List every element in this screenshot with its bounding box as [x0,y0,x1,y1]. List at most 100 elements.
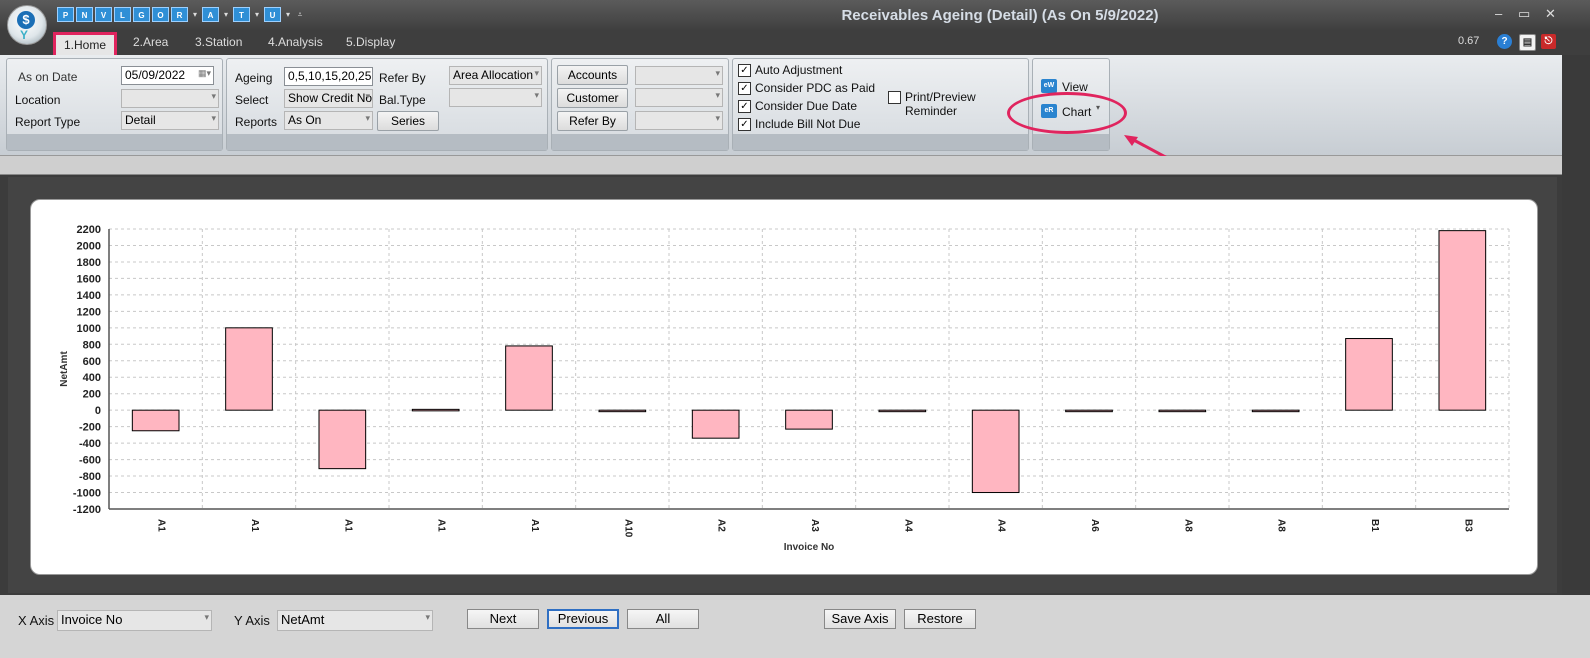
y-tick-label: -200 [79,422,101,434]
quick-r-button[interactable]: R [171,7,188,22]
window-title: Receivables Ageing (Detail) (As On 5/9/2… [841,7,1159,24]
chart-bar [878,409,927,413]
print-preview-reminder-checkbox[interactable] [888,91,901,104]
restore-button[interactable]: Restore [904,609,976,629]
x-tick-label: A1 [529,519,540,532]
refer-by-button[interactable]: Refer By [557,111,628,131]
bal-type-label: Bal.Type [379,93,426,107]
bal-type-select[interactable]: ▾ [449,88,542,107]
refer-by-select[interactable]: Area Allocation ▾ [449,66,542,85]
exit-icon[interactable]: ⎋ [1541,34,1556,49]
chart-bar [1345,338,1393,411]
x-tick-label: B1 [1369,519,1380,532]
maximize-button[interactable]: ▭ [1518,6,1530,22]
x-tick-label: A10 [622,519,633,538]
y-tick-label: -600 [79,455,101,467]
chevron-down-icon[interactable]: ▾ [252,10,262,19]
refer-by-value: Area Allocation [453,68,534,82]
chevron-down-icon[interactable]: ▾ [283,10,293,19]
chevron-down-icon[interactable]: ▾ [190,10,200,19]
y-tick-label: -400 [79,438,101,450]
x-tick-label: A1 [342,519,353,532]
customize-toolbar-icon[interactable]: ⩡ [295,10,305,20]
y-tick-label: 200 [83,389,101,401]
as-on-date-field[interactable]: 05/09/2022 ▦▾ [121,66,214,85]
chart-bar [505,345,553,411]
group-filters: Accounts ▾ Customer ▾ Refer By ▾ [551,58,729,151]
window-edge [1562,55,1590,658]
quick-a-button[interactable]: A [202,7,219,22]
chart-bar [411,408,460,412]
tab-analysis[interactable]: 4.Analysis [268,35,323,49]
y-tick-label: 400 [83,372,101,384]
quick-o-button[interactable]: O [152,7,169,22]
as-on-date-value: 05/09/2022 [125,68,186,82]
quick-access-toolbar: P N V L G O R ▾ A ▾ T ▾ U ▾ ⩡ [57,7,305,22]
customer-select[interactable]: ▾ [635,88,723,107]
customer-button[interactable]: Customer [557,88,628,108]
series-button[interactable]: Series [377,111,439,131]
reports-select[interactable]: As On ▾ [284,111,373,130]
quick-u-button[interactable]: U [264,7,281,22]
tab-station[interactable]: 3.Station [195,35,242,49]
accounts-button[interactable]: Accounts [557,65,628,85]
reports-value: As On [288,113,322,127]
chart-bar [785,409,833,430]
chevron-down-icon: ▾ [211,91,216,101]
chart-bar [691,409,740,439]
auto-adjustment-checkbox[interactable]: ✓ [738,64,751,77]
annotation-circle [1007,92,1127,134]
include-bill-not-due-label: Include Bill Not Due [755,117,861,131]
chart-bar [318,409,367,470]
y-axis-value: NetAmt [281,612,325,627]
next-button[interactable]: Next [467,609,539,629]
chevron-down-icon: ▾ [365,91,370,101]
quick-g-button[interactable]: G [133,7,150,22]
accounts-select[interactable]: ▾ [635,66,723,85]
tab-display[interactable]: 5.Display [346,35,395,49]
location-select[interactable]: ▾ [121,89,219,108]
logo-dollar-icon: $ [17,11,35,29]
quick-p-button[interactable]: P [57,7,74,22]
report-type-label: Report Type [15,115,81,129]
select-label: Select [235,93,269,107]
refer-by-label: Refer By [379,71,426,85]
chart-container: 2200 2000 1800 1600 1400 1200 1000 800 600 400 200… [30,199,1538,575]
quick-n-button[interactable]: N [76,7,93,22]
save-axis-button[interactable]: Save Axis [824,609,896,629]
y-tick-label: -1200 [73,504,101,516]
help-icon[interactable]: ? [1497,34,1512,49]
x-tick-label: A2 [716,519,727,532]
include-bill-not-due-checkbox[interactable]: ✓ [738,118,751,131]
all-button[interactable]: All [627,609,699,629]
close-button[interactable]: ✕ [1545,6,1556,22]
ageing-label: Ageing [235,71,273,85]
ageing-input[interactable]: 0,5,10,15,20,25 [284,67,373,86]
chevron-down-icon: ▾ [715,113,720,123]
minimize-button[interactable]: – [1495,6,1502,21]
consider-pdc-checkbox[interactable]: ✓ [738,82,751,95]
x-axis-select[interactable]: Invoice No ▾ [57,610,212,631]
chevron-down-icon[interactable]: ▾ [221,10,231,19]
y-tick-label: -800 [79,471,101,483]
x-tick-label: A8 [1276,519,1287,532]
y-tick-label: 1400 [77,290,101,302]
ribbon: As on Date 05/09/2022 ▦▾ Location ▾ Repor… [0,55,1562,156]
app-logo[interactable]: $ Y [7,5,47,45]
quick-l-button[interactable]: L [114,7,131,22]
y-tick-label: -1000 [73,488,101,500]
quick-t-button[interactable]: T [233,7,250,22]
document-icon[interactable]: ▤ [1519,34,1536,51]
consider-due-date-checkbox[interactable]: ✓ [738,100,751,113]
y-axis-select[interactable]: NetAmt ▾ [277,610,433,631]
quick-v-button[interactable]: V [95,7,112,22]
previous-button[interactable]: Previous [547,609,619,629]
chevron-down-icon: ▾ [365,113,370,123]
select-dropdown[interactable]: Show Credit No ▾ [284,89,373,108]
chart-bar [598,409,647,413]
report-type-select[interactable]: Detail ▾ [121,111,219,130]
y-tick-label: 1200 [77,306,101,318]
refer-by-filter-select[interactable]: ▾ [635,111,723,130]
tab-area[interactable]: 2.Area [133,35,168,49]
calendar-icon[interactable]: ▦▾ [198,68,211,79]
